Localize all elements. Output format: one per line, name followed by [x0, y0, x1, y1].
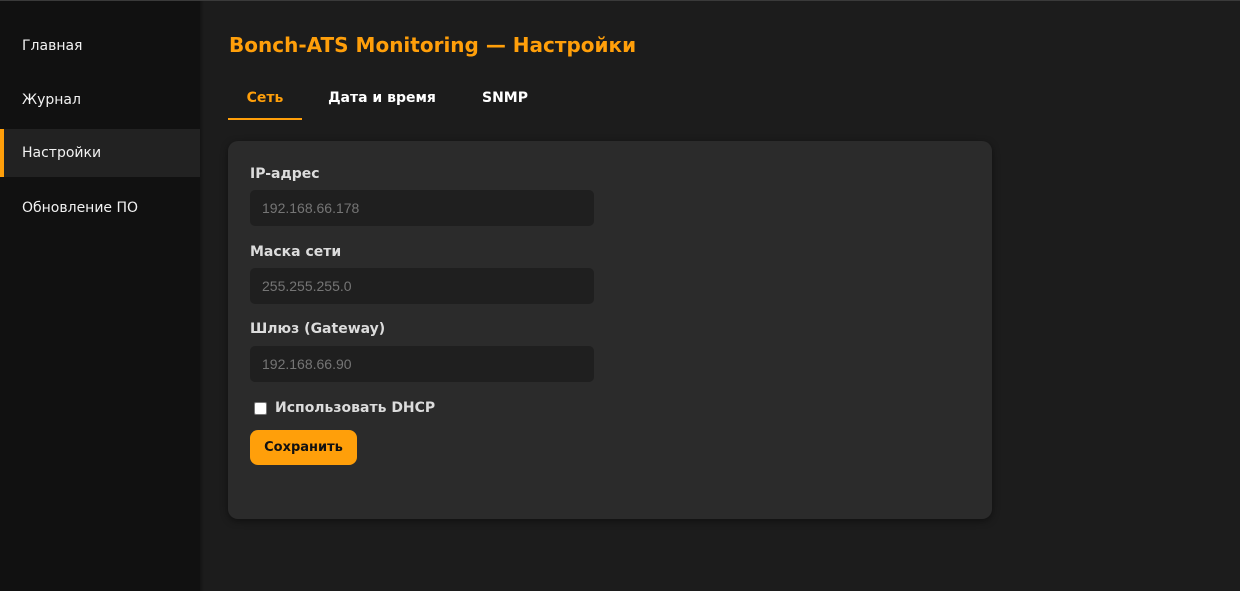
sidebar-item-home[interactable]: Главная — [0, 22, 200, 70]
ip-address-label: IP-адрес — [250, 166, 320, 182]
tab-date-time[interactable]: Дата и время — [320, 90, 444, 120]
subnet-mask-input[interactable] — [250, 268, 594, 304]
sidebar-item-label: Обновление ПО — [22, 200, 139, 216]
dhcp-checkbox[interactable] — [254, 401, 267, 415]
save-button[interactable]: Сохранить — [250, 430, 357, 465]
gateway-label: Шлюз (Gateway) — [250, 321, 386, 337]
gateway-input[interactable] — [250, 346, 594, 382]
active-tab-underline — [228, 118, 302, 120]
page-title: Bonch-ATS Monitoring — Настройки — [229, 33, 637, 57]
dhcp-checkbox-label[interactable]: Использовать DHCP — [275, 400, 435, 416]
sidebar-item-journal[interactable]: Журнал — [0, 76, 200, 124]
sidebar-item-label: Журнал — [22, 92, 81, 108]
ip-address-input[interactable] — [250, 190, 594, 226]
sidebar-divider — [200, 1, 204, 591]
sidebar-item-settings[interactable]: Настройки — [0, 129, 200, 177]
tab-snmp[interactable]: SNMP — [470, 90, 540, 120]
tab-network[interactable]: Сеть — [228, 90, 302, 120]
tab-label: SNMP — [482, 90, 528, 106]
subnet-mask-label: Маска сети — [250, 244, 342, 260]
sidebar-item-label: Настройки — [22, 145, 102, 161]
network-settings-panel: IP-адрес Маска сети Шлюз (Gateway) Испол… — [228, 141, 992, 519]
sidebar-item-label: Главная — [22, 38, 83, 54]
active-indicator — [0, 129, 4, 177]
tab-label: Сеть — [246, 90, 284, 106]
sidebar-item-firmware-update[interactable]: Обновление ПО — [0, 184, 200, 232]
sidebar: Главная Журнал Настройки Обновление ПО — [0, 1, 200, 591]
app-window: Главная Журнал Настройки Обновление ПО B… — [0, 0, 1240, 591]
tab-label: Дата и время — [328, 90, 436, 106]
dhcp-option: Использовать DHCP — [254, 399, 435, 417]
